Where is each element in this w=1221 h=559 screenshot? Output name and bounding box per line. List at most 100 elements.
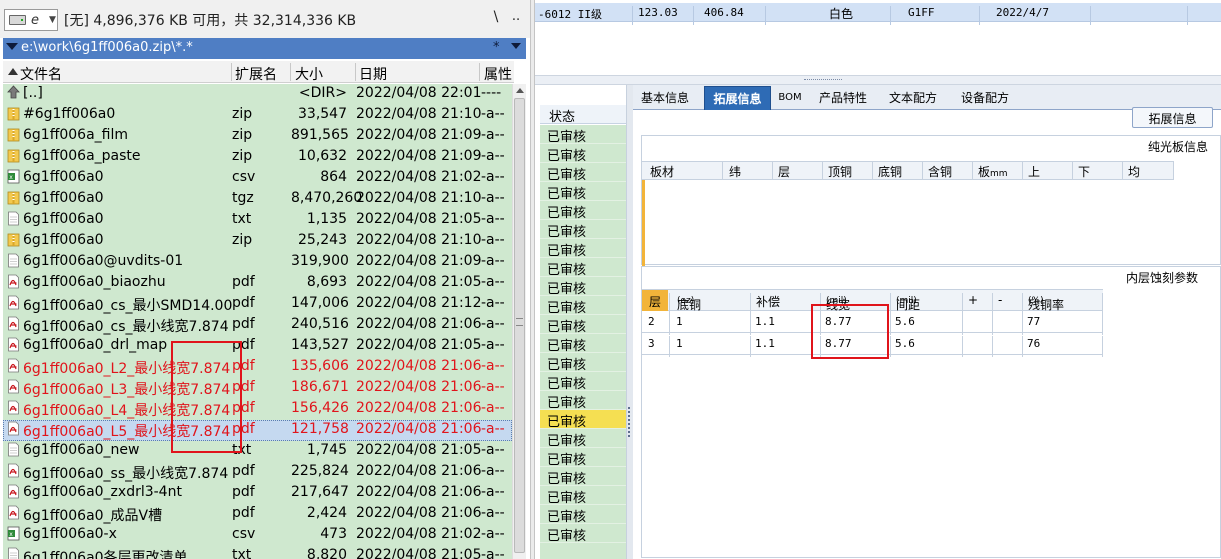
file-row[interactable]: x 6g1ff006a0-x csv 473 2022/04/08 21:02 -a-- (3, 525, 512, 546)
chevron-down-icon[interactable] (511, 43, 521, 49)
status-item[interactable]: 已审核 (540, 505, 626, 525)
parent-dir-button[interactable]: .. (507, 9, 525, 31)
status-item[interactable]: 已审核 (540, 524, 626, 544)
col-board: 板材 (650, 165, 675, 179)
file-list[interactable]: [..] <DIR> 2022/04/08 22:01 ---- #6g1ff006a0… (3, 84, 512, 559)
cell-residual[interactable]: 76 (1027, 337, 1040, 350)
horizontal-splitter[interactable] (535, 75, 1221, 85)
status-item[interactable]: 已审核 (540, 163, 626, 183)
favorites-star[interactable]: * (493, 40, 500, 55)
file-date: 2022/04/08 21:09 (356, 253, 482, 269)
status-column-header[interactable]: 状态 (540, 105, 626, 125)
file-row[interactable]: 6g1ff006a0_L5_最小线宽7.874 pdf 121,758 2022/04… (3, 420, 512, 441)
status-item[interactable]: 已审核 (540, 334, 626, 354)
status-item[interactable]: 已审核 (540, 486, 626, 506)
status-item[interactable]: 已审核 (540, 315, 626, 335)
status-item[interactable]: 已审核 (540, 296, 626, 316)
status-item[interactable]: 已审核 (540, 239, 626, 259)
file-attr: -a-- (481, 253, 505, 269)
col-header-attr[interactable]: 属性 (484, 64, 512, 84)
splitter-grip[interactable] (628, 407, 631, 437)
file-row[interactable]: 6g1ff006a0_biaozhu pdf 8,693 2022/04/08 21:… (3, 273, 512, 294)
status-item[interactable]: 已审核 (540, 410, 626, 430)
plain-board-group: 纯光板信息 板材 纬 层 顶铜 底铜 含铜 板mm 上 下 均 (641, 135, 1221, 266)
file-row[interactable]: 6g1ff006a0 zip 25,243 2022/04/08 21:10 -a-- (3, 231, 512, 252)
file-name: 6g1ff006a0各层更改清单 (23, 550, 188, 559)
cell-base[interactable]: 1 (676, 337, 683, 350)
file-row[interactable]: [..] <DIR> 2022/04/08 22:01 ---- (3, 84, 512, 105)
cell-layer[interactable]: 3 (648, 337, 655, 350)
file-row[interactable]: 6g1ff006a0_成品V槽 pdf 2,424 2022/04/08 21:06-… (3, 504, 512, 525)
cell-spacing[interactable]: 5.6 (895, 315, 915, 328)
status-item[interactable]: 已审核 (540, 258, 626, 278)
file-row[interactable]: 6g1ff006a0@uvdits-01 319,900 2022/04/08 21… (3, 252, 512, 273)
file-row[interactable]: 6g1ff006a0_drl_map pdf 143,527 2022/04/08 2… (3, 336, 512, 357)
file-row[interactable]: 6g1ff006a0_L2_最小线宽7.874 pdf 135,606 2022/04… (3, 357, 512, 378)
file-row[interactable]: #6g1ff006a0 zip 33,547 2022/04/08 21:10 -a-- (3, 105, 512, 126)
drive-free-space: [无] 4,896,376 KB 可用，共 32,314,336 KB (64, 13, 357, 29)
file-row[interactable]: 6g1ff006a0_ss_最小线宽7.874 pdf 225,824 2022/04… (3, 462, 512, 483)
cell-comp[interactable]: 1.1 (755, 315, 775, 328)
file-row[interactable]: 6g1ff006a_paste zip 10,632 2022/04/08 21:09… (3, 147, 512, 168)
vertical-scrollbar[interactable] (512, 84, 526, 559)
tab-basic-info[interactable]: 基本信息 (633, 86, 697, 110)
status-list[interactable]: 已审核 已审核 已审核 已审核 已审核 已审核 已审核 已审核 已审核 已审核 已审核 已审核 已审核已… (540, 125, 626, 559)
cell-base[interactable]: 1 (676, 315, 683, 328)
scroll-up-icon[interactable] (516, 88, 524, 93)
file-row[interactable]: 6g1ff006a0各层更改清单 txt 8,820 2022/04/08 21:05… (3, 546, 512, 559)
tab-equipment-recipe[interactable]: 设备配方 (956, 86, 1014, 110)
col-header-ext[interactable]: 扩展名 (235, 64, 277, 84)
extended-info-button[interactable]: 拓展信息 (1132, 107, 1213, 128)
tab-text-recipe[interactable]: 文本配方 (885, 86, 941, 110)
col-header-name[interactable]: 文件名 (20, 64, 62, 84)
status-item[interactable]: 已审核 (540, 448, 626, 468)
file-row[interactable]: 6g1ff006a0_zxdrl3-4nt pdf 217,647 2022/04/0… (3, 483, 512, 504)
chevron-down-icon[interactable]: ▼ (49, 10, 58, 30)
status-item[interactable]: 已审核 (540, 220, 626, 240)
table-row[interactable]: -6012 II级 123.03 406.84 白色 G1FF 2022/4/7 (535, 3, 1221, 25)
root-dir-button[interactable]: \ (487, 9, 505, 31)
col-top-copper: 顶铜 (828, 165, 853, 179)
drive-select[interactable]: e ▼ (4, 9, 58, 31)
file-name: 6g1ff006a0-x (23, 526, 117, 542)
file-row[interactable]: 6g1ff006a0_cs_最小线宽7.874 pdf 240,516 2022/04… (3, 315, 512, 336)
annotation-red-box (811, 304, 889, 359)
status-item[interactable]: 已审核 (540, 467, 626, 487)
file-row[interactable]: x 6g1ff006a0 csv 864 2022/04/08 21:02 -a-- (3, 168, 512, 189)
status-item[interactable]: 已审核 (540, 277, 626, 297)
path-bar[interactable]: e:\work\6g1ff006a0.zip\*.* * (3, 38, 526, 59)
vertical-splitter[interactable] (626, 85, 633, 559)
tab-product-features[interactable]: 产品特性 (814, 86, 872, 110)
file-row[interactable]: 6g1ff006a0 txt 1,135 2022/04/08 21:05 -a-- (3, 210, 512, 231)
tab-extended-info[interactable]: 拓展信息 (704, 86, 771, 110)
file-row[interactable]: 6g1ff006a0 tgz 8,470,260 2022/04/08 21:10 -a… (3, 189, 512, 210)
col-header-size[interactable]: 大小 (295, 64, 323, 84)
cell-comp[interactable]: 1.1 (755, 337, 775, 350)
status-item[interactable]: 已审核 (540, 429, 626, 449)
file-name: 6g1ff006a0_new (23, 442, 140, 458)
file-row[interactable]: 6g1ff006a_film zip 891,565 2022/04/08 21:09… (3, 126, 512, 147)
status-item[interactable]: 已审核 (540, 125, 626, 145)
file-date: 2022/04/08 21:09 (356, 148, 482, 164)
drive-bar: e ▼ [无] 4,896,376 KB 可用，共 32,314,336 KB … (0, 0, 530, 38)
scroll-thumb[interactable] (514, 98, 525, 553)
status-item[interactable]: 已审核 (540, 144, 626, 164)
cell-spacing[interactable]: 5.6 (895, 337, 915, 350)
tab-bom[interactable]: BOM (773, 86, 807, 110)
col-layer: 层 (642, 290, 668, 311)
pdf-icon (7, 484, 20, 499)
file-row[interactable]: 6g1ff006a0_cs_最小SMD14.00 pdf 147,006 2022/0… (3, 294, 512, 315)
file-row[interactable]: 6g1ff006a0_L4_最小线宽7.874 pdf 156,426 2022/04… (3, 399, 512, 420)
status-item[interactable]: 已审核 (540, 391, 626, 411)
file-row[interactable]: 6g1ff006a0_new txt 1,745 2022/04/08 21:05 -a… (3, 441, 512, 462)
status-item[interactable]: 已审核 (540, 353, 626, 373)
history-arrow-icon[interactable] (6, 43, 18, 50)
col-header-date[interactable]: 日期 (359, 64, 387, 84)
file-row[interactable]: 6g1ff006a0_L3_最小线宽7.874 pdf 186,671 2022/04… (3, 378, 512, 399)
status-item[interactable]: 已审核 (540, 372, 626, 392)
status-item[interactable]: 已审核 (540, 182, 626, 202)
cell-layer[interactable]: 2 (648, 315, 655, 328)
status-item[interactable]: 已审核 (540, 201, 626, 221)
cell-residual[interactable]: 77 (1027, 315, 1040, 328)
splitter-grip[interactable] (804, 79, 842, 81)
